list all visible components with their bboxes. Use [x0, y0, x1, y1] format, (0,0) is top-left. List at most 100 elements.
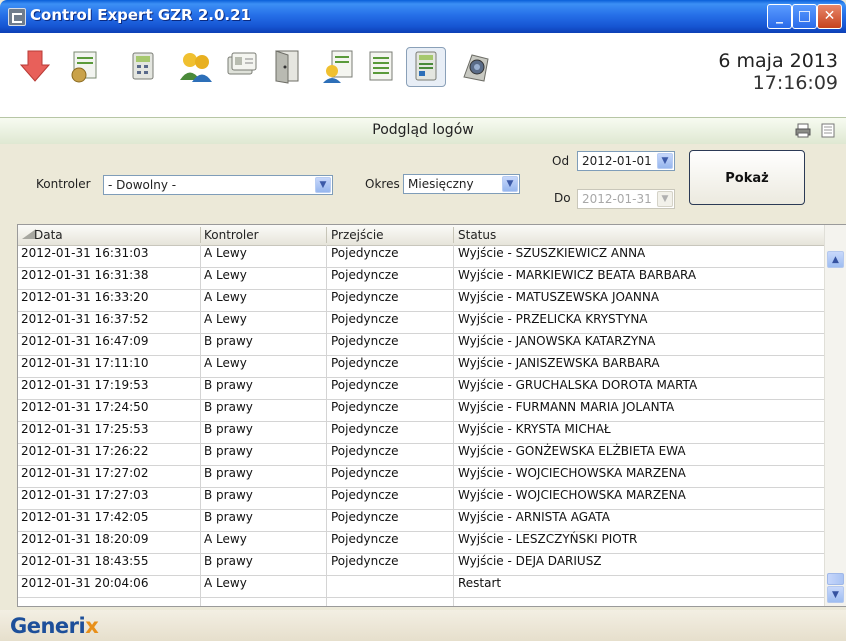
table-row[interactable]: 2012-01-31 17:19:53 B prawy Pojedyncze Wyjś… — [18, 377, 824, 400]
users-group-icon[interactable] — [177, 47, 215, 85]
okres-value: Miesięczny — [408, 177, 474, 191]
cell-status: Wyjście - FURMANN MARIA JOLANTA — [458, 400, 675, 414]
cell-status: Wyjście - GRUCHALSKA DOROTA MARTA — [458, 378, 698, 392]
table-row[interactable]: 2012-01-31 16:31:38 A Lewy Pojedyncze Wyjśc… — [18, 267, 824, 290]
cell-kontroler: A Lewy — [204, 268, 247, 282]
export-icon[interactable] — [820, 123, 836, 138]
cell-przejscie: Pojedyncze — [331, 268, 399, 282]
scroll-thumb[interactable] — [827, 573, 844, 585]
cell-przejscie: Pojedyncze — [331, 554, 399, 568]
cell-data: 2012-01-31 17:27:03 — [21, 488, 149, 502]
column-header-status[interactable]: Status — [458, 228, 496, 242]
cell-status: Wyjście - JANOWSKA KATARZYNA — [458, 334, 656, 348]
cell-data: 2012-01-31 17:11:10 — [21, 356, 149, 370]
report-list-icon[interactable] — [362, 47, 400, 85]
camera-icon[interactable] — [456, 47, 494, 85]
cell-kontroler: A Lewy — [204, 576, 247, 590]
table-row[interactable]: 2012-01-31 17:27:03 B prawy Pojedyncze Wyjś… — [18, 487, 824, 510]
table-row[interactable]: 2012-01-31 20:04:06 A Lewy Restart — [18, 575, 824, 598]
user-report-icon[interactable] — [320, 47, 358, 85]
cell-przejscie: Pojedyncze — [331, 422, 399, 436]
cell-data: 2012-01-31 17:19:53 — [21, 378, 149, 392]
vertical-scrollbar[interactable]: ▲ ▼ — [824, 225, 846, 606]
log-table: Data Kontroler Przejście Status 2012-01-… — [17, 224, 846, 607]
table-row[interactable]: 2012-01-31 17:24:50 B prawy Pojedyncze Wyjś… — [18, 399, 824, 422]
table-row[interactable]: 2012-01-31 17:11:10 A Lewy Pojedyncze Wyjśc… — [18, 355, 824, 378]
cell-kontroler: B prawy — [204, 488, 253, 502]
cell-status: Wyjście - MARKIEWICZ BEATA BARBARA — [458, 268, 697, 282]
settings-tools-icon[interactable] — [66, 47, 104, 85]
print-icon[interactable] — [795, 123, 811, 138]
cell-przejscie: Pojedyncze — [331, 488, 399, 502]
column-header-data[interactable]: Data — [34, 228, 63, 242]
table-row[interactable]: 2012-01-31 17:26:22 B prawy Pojedyncze Wyjś… — [18, 443, 824, 466]
door-icon[interactable] — [268, 47, 306, 85]
cell-data: 2012-01-31 17:24:50 — [21, 400, 149, 414]
kontroler-select[interactable]: - Dowolny - ▼ — [103, 175, 333, 195]
cell-przejscie: Pojedyncze — [331, 532, 399, 546]
cell-kontroler: B prawy — [204, 466, 253, 480]
cell-status: Wyjście - PRZELICKA KRYSTYNA — [458, 312, 648, 326]
do-date-picker[interactable]: 2012-01-31 ▼ — [577, 189, 675, 209]
cell-data: 2012-01-31 17:27:02 — [21, 466, 149, 480]
cell-status: Wyjście - KRYSTA MICHAŁ — [458, 422, 611, 436]
log-list-icon[interactable] — [406, 47, 446, 87]
table-row[interactable]: 2012-01-31 18:20:09 A Lewy Pojedyncze Wyjśc… — [18, 531, 824, 554]
column-header-przejscie[interactable]: Przejście — [331, 228, 384, 242]
cell-data: 2012-01-31 20:04:06 — [21, 576, 149, 590]
current-time: 17:16:09 — [752, 72, 838, 94]
okres-select[interactable]: Miesięczny ▼ — [403, 174, 520, 194]
do-label: Do — [554, 191, 571, 205]
app-icon — [8, 8, 26, 26]
scroll-down-icon[interactable]: ▼ — [827, 586, 844, 603]
cell-kontroler: A Lewy — [204, 246, 247, 260]
cell-data: 2012-01-31 16:37:52 — [21, 312, 149, 326]
controller-keypad-icon[interactable] — [124, 47, 162, 85]
okres-label: Okres — [365, 177, 400, 191]
id-cards-icon[interactable] — [222, 47, 260, 85]
maximize-button[interactable]: □ — [792, 4, 817, 29]
chevron-down-icon[interactable]: ▼ — [657, 153, 673, 169]
cell-przejscie: Pojedyncze — [331, 378, 399, 392]
table-row[interactable]: 2012-01-31 17:42:05 B prawy Pojedyncze Wyjś… — [18, 509, 824, 532]
minimize-button[interactable]: _ — [767, 4, 792, 29]
cell-kontroler: A Lewy — [204, 356, 247, 370]
cell-data: 2012-01-31 16:33:20 — [21, 290, 149, 304]
section-header: Podgląd logów — [0, 117, 846, 145]
show-button[interactable]: Pokaż — [689, 150, 805, 205]
table-row[interactable]: 2012-01-31 18:43:55 B prawy Pojedyncze Wyjś… — [18, 553, 824, 576]
cell-kontroler: B prawy — [204, 422, 253, 436]
table-row[interactable]: 2012-01-31 17:25:53 B prawy Pojedyncze Wyjś… — [18, 421, 824, 444]
cell-status: Wyjście - MATUSZEWSKA JOANNA — [458, 290, 660, 304]
table-row[interactable]: 2012-01-31 16:31:03 A Lewy Pojedyncze Wyjśc… — [18, 245, 824, 268]
chevron-down-icon[interactable]: ▼ — [315, 177, 331, 193]
section-title: Podgląd logów — [372, 122, 474, 138]
cell-data: 2012-01-31 16:31:38 — [21, 268, 149, 282]
chevron-down-icon[interactable]: ▼ — [657, 191, 673, 207]
chevron-down-icon[interactable]: ▼ — [502, 176, 518, 192]
cell-status: Wyjście - SZUSZKIEWICZ ANNA — [458, 246, 646, 260]
table-row[interactable]: 2012-01-31 16:37:52 A Lewy Pojedyncze Wyjśc… — [18, 311, 824, 334]
title-bar[interactable]: Control Expert GZR 2.0.21 _ □ ✕ — [0, 0, 846, 33]
column-header-kontroler[interactable]: Kontroler — [204, 228, 259, 242]
table-header: Data Kontroler Przejście Status — [18, 225, 824, 246]
cell-data: 2012-01-31 16:31:03 — [21, 246, 149, 260]
alarm-down-arrow-icon[interactable] — [16, 47, 54, 85]
od-date-picker[interactable]: 2012-01-01 ▼ — [577, 151, 675, 171]
current-date: 6 maja 2013 — [718, 50, 838, 72]
main-toolbar: 6 maja 2013 17:16:09 — [0, 33, 846, 117]
window-title: Control Expert GZR 2.0.21 — [30, 6, 251, 24]
table-row[interactable]: 2012-01-31 16:33:20 A Lewy Pojedyncze Wyjśc… — [18, 289, 824, 312]
scroll-up-icon[interactable]: ▲ — [827, 251, 844, 268]
cell-status: Wyjście - LESZCZYŃSKI PIOTR — [458, 532, 638, 546]
cell-status: Wyjście - DEJA DARIUSZ — [458, 554, 602, 568]
cell-status: Wyjście - WOJCIECHOWSKA MARZENA — [458, 488, 686, 502]
app-window: Control Expert GZR 2.0.21 _ □ ✕ 6 maja 2… — [0, 0, 846, 641]
cell-status: Wyjście - GONŻEWSKA ELŻBIETA EWA — [458, 444, 686, 458]
cell-data: 2012-01-31 17:25:53 — [21, 422, 149, 436]
close-button[interactable]: ✕ — [817, 4, 842, 29]
table-row[interactable]: 2012-01-31 17:27:02 B prawy Pojedyncze Wyjś… — [18, 465, 824, 488]
cell-kontroler: B prawy — [204, 510, 253, 524]
table-row[interactable]: 2012-01-31 16:47:09 B prawy Pojedyncze Wyjś… — [18, 333, 824, 356]
cell-kontroler: A Lewy — [204, 290, 247, 304]
